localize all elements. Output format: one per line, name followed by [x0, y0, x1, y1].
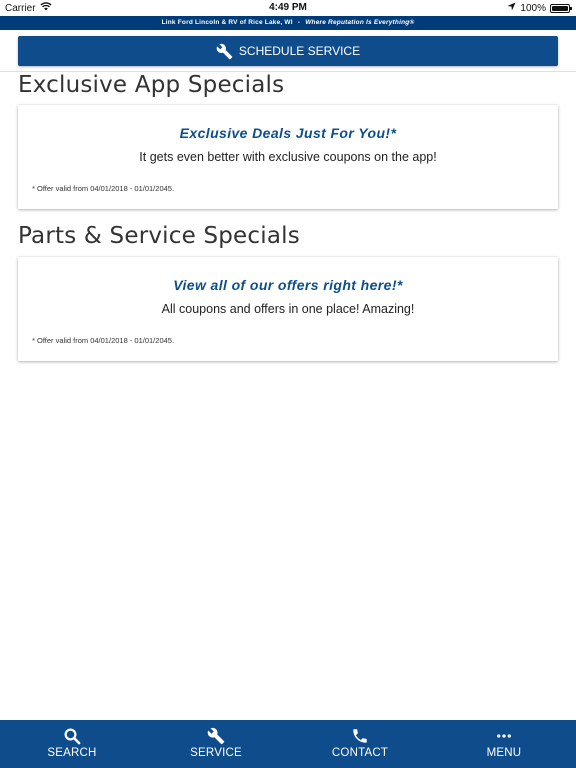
- schedule-service-button[interactable]: SCHEDULE SERVICE: [18, 36, 558, 66]
- nav-label-menu: MENU: [486, 747, 522, 759]
- wrench-icon: [216, 43, 233, 60]
- offer-disclaimer: * Offer valid from 04/01/2018 - 01/01/20…: [32, 336, 175, 345]
- nav-item-service[interactable]: SERVICE: [144, 720, 288, 768]
- nav-label-service: SERVICE: [190, 747, 242, 759]
- nav-item-contact[interactable]: CONTACT: [288, 720, 432, 768]
- dealer-banner: Link Ford Lincoln & RV of Rice Lake, WI …: [0, 16, 576, 30]
- offer-body: All coupons and offers in one place! Ama…: [161, 302, 415, 316]
- nav-item-search[interactable]: SEARCH: [0, 720, 144, 768]
- status-right: 100%: [507, 2, 572, 14]
- status-time: 4:49 PM: [269, 2, 307, 13]
- dealer-slogan: Where Reputation Is Everything®: [305, 19, 415, 26]
- battery-icon: [550, 3, 572, 13]
- banner-separator: -: [297, 19, 301, 26]
- schedule-service-label: SCHEDULE SERVICE: [238, 44, 361, 58]
- section-title-exclusive-app-specials: Exclusive App Specials: [18, 72, 285, 98]
- nav-label-contact: CONTACT: [331, 747, 389, 759]
- nav-label-search: SEARCH: [47, 747, 97, 759]
- section-title-parts-service-specials: Parts & Service Specials: [18, 223, 300, 249]
- nav-item-menu[interactable]: MENU: [432, 720, 576, 768]
- bottom-nav: SEARCH SERVICE CONTACT MENU: [0, 720, 576, 768]
- offer-disclaimer: * Offer valid from 04/01/2018 - 01/01/20…: [32, 184, 175, 193]
- dealer-name: Link Ford Lincoln & RV of Rice Lake, WI: [161, 19, 293, 26]
- offer-headline: View all of our offers right here!*: [173, 277, 403, 293]
- status-bar: Carrier 4:49 PM 100%: [0, 0, 576, 16]
- offer-card-view-all-offers[interactable]: View all of our offers right here!* All …: [18, 257, 558, 361]
- offer-headline: Exclusive Deals Just For You!*: [179, 125, 397, 141]
- offer-body: It gets even better with exclusive coupo…: [139, 150, 437, 164]
- battery-percent: 100%: [520, 2, 546, 14]
- offer-card-exclusive-deals[interactable]: Exclusive Deals Just For You!* It gets e…: [18, 105, 558, 209]
- location-arrow-icon: [507, 2, 516, 14]
- battery-fill: [552, 5, 568, 11]
